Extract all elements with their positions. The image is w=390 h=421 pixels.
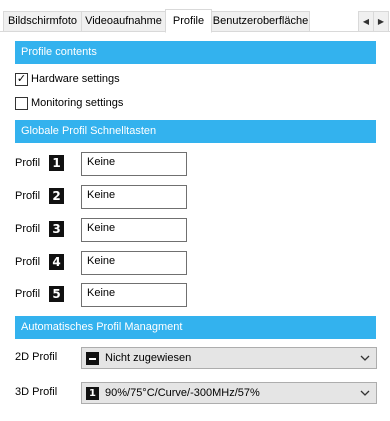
- section-header-auto-profile: Automatisches Profil Managment: [15, 316, 376, 339]
- profile-label: Profil: [15, 256, 41, 268]
- profile-1-icon: 1: [86, 387, 99, 400]
- checkbox-unchecked-icon[interactable]: [15, 97, 28, 110]
- chevron-right-icon[interactable]: ▶: [373, 11, 389, 32]
- profile-3-icon: 3: [49, 221, 64, 237]
- tab-videoaufnahme[interactable]: Videoaufnahme: [81, 11, 166, 32]
- profile-1-icon: 1: [49, 155, 64, 171]
- tab-benutzeroberflaeche[interactable]: Benutzeroberfläche: [211, 11, 310, 32]
- hotkey-input-profile-4[interactable]: Keine: [81, 251, 187, 275]
- profile-4-icon: 4: [49, 254, 64, 270]
- profile-2d-label: 2D Profil: [15, 351, 58, 363]
- profile-label: Profil: [15, 157, 41, 169]
- tab-bildschirmfoto[interactable]: Bildschirmfoto: [3, 11, 82, 32]
- profile-tab-panel: Profile contents ✓ Hardware settings Mon…: [0, 32, 390, 421]
- checkbox-checked-icon[interactable]: ✓: [15, 73, 28, 86]
- profile-3d-dropdown[interactable]: 1 90%/75°C/Curve/-300MHz/57%: [81, 382, 377, 404]
- section-header-profile-contents: Profile contents: [15, 41, 376, 64]
- hotkey-input-profile-3[interactable]: Keine: [81, 218, 187, 242]
- monitoring-settings-label: Monitoring settings: [31, 97, 124, 109]
- chevron-down-icon[interactable]: [359, 387, 371, 399]
- tab-profile[interactable]: Profile: [165, 9, 212, 33]
- chevron-down-icon[interactable]: [359, 352, 371, 364]
- hotkey-input-profile-5[interactable]: Keine: [81, 283, 187, 307]
- profile-3d-label: 3D Profil: [15, 386, 58, 398]
- tab-bar: Bildschirmfoto Videoaufnahme Profile Ben…: [0, 0, 390, 33]
- profile-label: Profil: [15, 288, 41, 300]
- hotkey-input-profile-2[interactable]: Keine: [81, 185, 187, 209]
- profile-2-icon: 2: [49, 188, 64, 204]
- hotkey-input-profile-1[interactable]: Keine: [81, 152, 187, 176]
- section-header-hotkeys: Globale Profil Schnelltasten: [15, 120, 376, 143]
- dash-icon: [86, 352, 99, 365]
- profile-5-icon: 5: [49, 286, 64, 302]
- profile-label: Profil: [15, 190, 41, 202]
- profile-label: Profil: [15, 223, 41, 235]
- profile-2d-value: Nicht zugewiesen: [105, 352, 192, 364]
- profile-3d-value: 90%/75°C/Curve/-300MHz/57%: [105, 387, 260, 399]
- chevron-left-icon[interactable]: ◀: [358, 11, 374, 32]
- tab-scroll-buttons: ◀ ▶: [358, 11, 390, 32]
- profile-2d-dropdown[interactable]: Nicht zugewiesen: [81, 347, 377, 369]
- hardware-settings-label: Hardware settings: [31, 73, 120, 85]
